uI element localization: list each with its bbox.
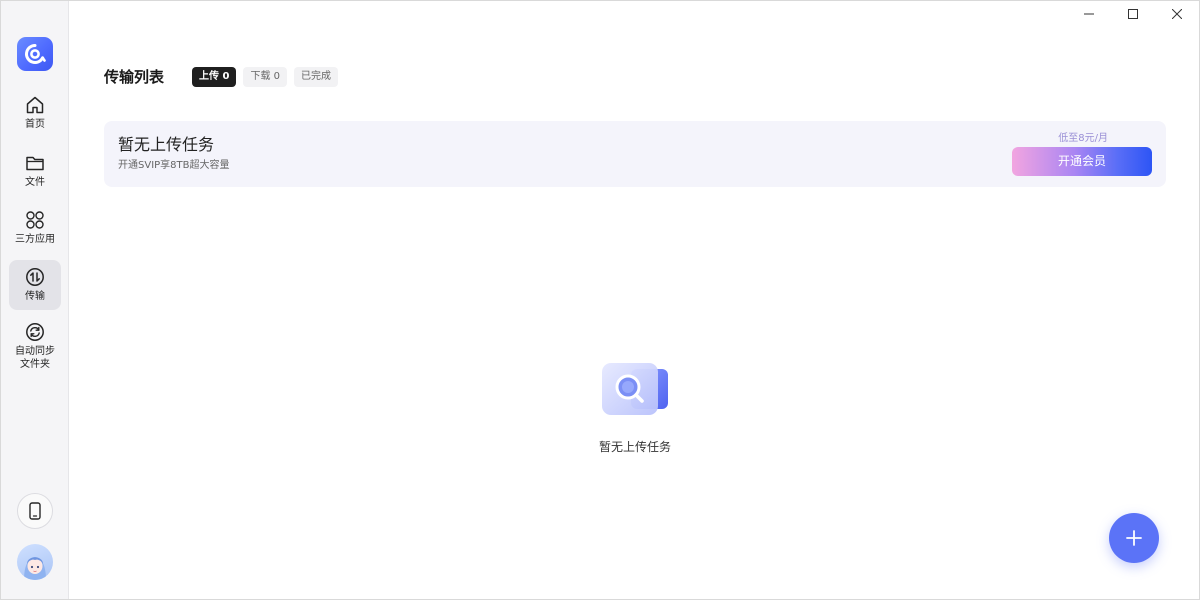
page-title: 传输列表 bbox=[104, 68, 165, 86]
sidebar-item-auto-sync-folder[interactable]: 自动同步 文件夹 bbox=[9, 317, 61, 375]
sidebar-item-label: 文件 bbox=[25, 177, 45, 188]
phone-icon bbox=[29, 502, 41, 520]
transfer-icon bbox=[26, 268, 44, 286]
transfer-tabs: 上传 0 下载 0 已完成 bbox=[192, 67, 338, 87]
sidebar-item-transfer[interactable]: 传输 bbox=[9, 260, 61, 310]
sidebar: 首页 文件 三方应用 传输 自动同步 文件夹 bbox=[1, 1, 69, 599]
banner-subtitle: 开通SVIP享8TB超大容量 bbox=[118, 160, 230, 171]
maximize-icon bbox=[1128, 9, 1138, 19]
minimize-icon bbox=[1084, 13, 1094, 15]
folder-icon bbox=[26, 156, 44, 171]
app-logo[interactable] bbox=[17, 37, 53, 71]
tab-completed[interactable]: 已完成 bbox=[294, 67, 338, 87]
tab-download[interactable]: 下载 0 bbox=[243, 67, 287, 87]
vip-promo-banner: 暂无上传任务 开通SVIP享8TB超大容量 低至8元/月 开通会员 bbox=[104, 121, 1166, 187]
home-icon bbox=[26, 96, 44, 114]
title-bar bbox=[1, 1, 1199, 27]
empty-state-illustration bbox=[601, 361, 671, 419]
tab-upload[interactable]: 上传 0 bbox=[192, 67, 237, 87]
sidebar-item-label: 自动同步 文件夹 bbox=[15, 345, 55, 370]
sidebar-item-third-party-apps[interactable]: 三方应用 bbox=[9, 206, 61, 250]
sidebar-item-label: 传输 bbox=[25, 291, 45, 302]
sync-icon bbox=[26, 322, 44, 341]
maximize-button[interactable] bbox=[1111, 1, 1155, 27]
sidebar-item-label: 首页 bbox=[25, 119, 45, 130]
banner-title: 暂无上传任务 bbox=[118, 135, 215, 154]
close-button[interactable] bbox=[1155, 1, 1199, 27]
sidebar-item-label: 三方应用 bbox=[15, 234, 55, 245]
sidebar-item-files[interactable]: 文件 bbox=[9, 149, 61, 193]
open-vip-button[interactable]: 开通会员 bbox=[1012, 147, 1152, 176]
price-note: 低至8元/月 bbox=[1058, 133, 1108, 144]
window-controls bbox=[1067, 1, 1199, 27]
mobile-device-button[interactable] bbox=[17, 493, 53, 529]
empty-state-text: 暂无上传任务 bbox=[598, 440, 671, 454]
avatar-illustration-icon bbox=[24, 557, 46, 580]
search-document-icon bbox=[602, 363, 668, 415]
sidebar-item-home[interactable]: 首页 bbox=[9, 91, 61, 135]
add-upload-button[interactable] bbox=[1109, 513, 1159, 563]
cloud-logo-icon bbox=[25, 44, 46, 64]
plus-icon bbox=[1126, 530, 1142, 546]
minimize-button[interactable] bbox=[1067, 1, 1111, 27]
app-window: 首页 文件 三方应用 传输 自动同步 文件夹 传输列表 上传 0 下载 0 已完… bbox=[0, 0, 1200, 600]
close-icon bbox=[1172, 9, 1182, 19]
user-avatar[interactable] bbox=[17, 544, 53, 580]
apps-icon bbox=[26, 211, 44, 229]
